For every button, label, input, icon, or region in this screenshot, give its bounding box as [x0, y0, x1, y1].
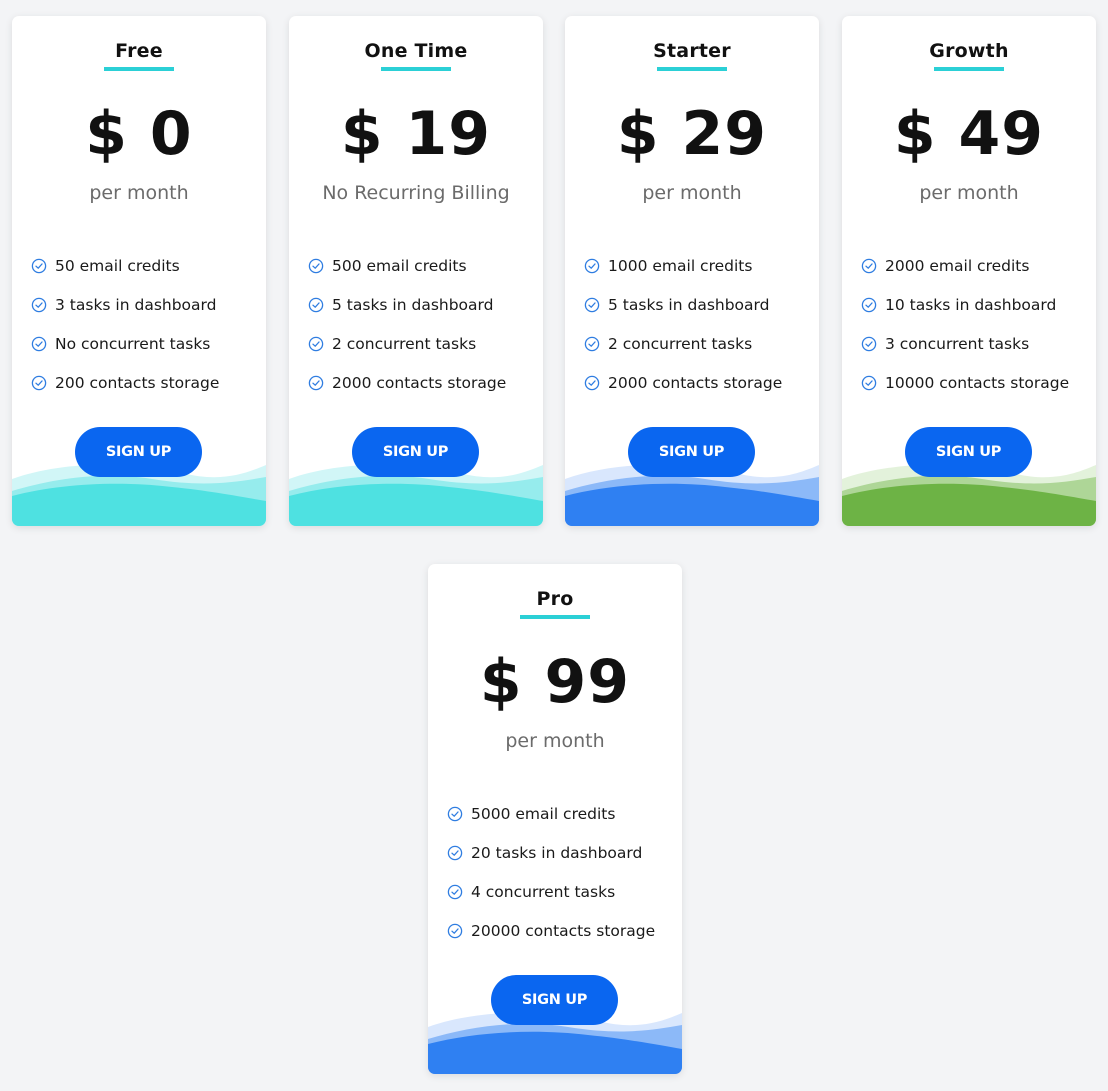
feature-label: 50 email credits	[55, 256, 180, 275]
feature-label: 10000 contacts storage	[885, 373, 1070, 392]
feature-item: 2 concurrent tasks	[308, 324, 506, 363]
feature-label: 2000 contacts storage	[608, 373, 783, 392]
feature-label: 10 tasks in dashboard	[885, 295, 1057, 314]
check-circle-icon	[584, 336, 600, 351]
title-underline	[520, 615, 590, 619]
check-circle-icon	[584, 297, 600, 312]
feature-item: 1000 email credits	[584, 246, 782, 285]
feature-item: 5 tasks in dashboard	[584, 285, 782, 324]
plan-period: per month	[89, 182, 189, 204]
title-underline	[104, 67, 174, 71]
feature-label: 20 tasks in dashboard	[471, 843, 643, 862]
feature-item: 2000 contacts storage	[308, 363, 506, 402]
sign-up-button[interactable]: SIGN UP	[491, 975, 618, 1025]
feature-label: 2 concurrent tasks	[608, 334, 753, 353]
plan-price: $ 29	[616, 99, 768, 169]
plan-period: per month	[919, 182, 1019, 204]
check-circle-icon	[31, 375, 47, 390]
plan-period: No Recurring Billing	[322, 182, 510, 204]
plan-price: $ 49	[893, 99, 1045, 169]
feature-label: 4 concurrent tasks	[471, 882, 616, 901]
feature-label: 5000 email credits	[471, 804, 616, 823]
check-circle-icon	[308, 258, 324, 273]
feature-list: 2000 email credits 10 tasks in dashboard 3…	[861, 246, 1069, 402]
plan-name: Free	[115, 40, 163, 62]
sign-up-button[interactable]: SIGN UP	[905, 427, 1032, 477]
check-circle-icon	[584, 258, 600, 273]
feature-item: 10000 contacts storage	[861, 363, 1069, 402]
check-circle-icon	[31, 258, 47, 273]
pricing-card-growth: Growth $ 49 per month 2000 email credits…	[842, 16, 1096, 526]
feature-label: 500 email credits	[332, 256, 467, 275]
check-circle-icon	[861, 336, 877, 351]
feature-list: 50 email credits 3 tasks in dashboard No c…	[31, 246, 219, 402]
feature-label: 5 tasks in dashboard	[332, 295, 494, 314]
check-circle-icon	[308, 297, 324, 312]
title-underline	[934, 67, 1004, 71]
feature-label: 2000 email credits	[885, 256, 1030, 275]
feature-item: 200 contacts storage	[31, 363, 219, 402]
feature-label: 3 tasks in dashboard	[55, 295, 217, 314]
title-underline	[381, 67, 451, 71]
feature-item: 2000 email credits	[861, 246, 1069, 285]
feature-item: 5000 email credits	[447, 794, 655, 833]
pricing-card-free: Free $ 0 per month 50 email credits 3 tas…	[12, 16, 266, 526]
feature-item: 3 tasks in dashboard	[31, 285, 219, 324]
sign-up-button[interactable]: SIGN UP	[75, 427, 202, 477]
plan-period: per month	[505, 730, 605, 752]
plan-name: Starter	[653, 40, 731, 62]
feature-label: 2 concurrent tasks	[332, 334, 477, 353]
feature-item: 2 concurrent tasks	[584, 324, 782, 363]
feature-list: 1000 email credits 5 tasks in dashboard 2 …	[584, 246, 782, 402]
pricing-card-one-time: One Time $ 19 No Recurring Billing 500 e…	[289, 16, 543, 526]
plan-name: Pro	[536, 588, 574, 610]
check-circle-icon	[308, 375, 324, 390]
feature-label: 2000 contacts storage	[332, 373, 507, 392]
check-circle-icon	[447, 845, 463, 860]
plan-name: One Time	[364, 40, 468, 62]
feature-item: 500 email credits	[308, 246, 506, 285]
feature-label: No concurrent tasks	[55, 334, 211, 353]
feature-label: 200 contacts storage	[55, 373, 220, 392]
feature-item: 2000 contacts storage	[584, 363, 782, 402]
sign-up-button[interactable]: SIGN UP	[352, 427, 479, 477]
feature-list: 5000 email credits 20 tasks in dashboard 4…	[447, 794, 655, 950]
plan-name: Growth	[929, 40, 1009, 62]
check-circle-icon	[31, 297, 47, 312]
title-underline	[657, 67, 727, 71]
check-circle-icon	[584, 375, 600, 390]
plan-price: $ 99	[479, 647, 631, 717]
feature-item: 5 tasks in dashboard	[308, 285, 506, 324]
feature-item: 20 tasks in dashboard	[447, 833, 655, 872]
check-circle-icon	[31, 336, 47, 351]
plan-price: $ 0	[85, 99, 193, 169]
feature-label: 20000 contacts storage	[471, 921, 656, 940]
check-circle-icon	[447, 923, 463, 938]
check-circle-icon	[308, 336, 324, 351]
feature-item: 50 email credits	[31, 246, 219, 285]
plan-period: per month	[642, 182, 742, 204]
feature-item: 20000 contacts storage	[447, 911, 655, 950]
pricing-card-pro: Pro $ 99 per month 5000 email credits 20 …	[428, 564, 682, 1074]
feature-item: No concurrent tasks	[31, 324, 219, 363]
check-circle-icon	[861, 375, 877, 390]
feature-label: 5 tasks in dashboard	[608, 295, 770, 314]
feature-list: 500 email credits 5 tasks in dashboard 2 c…	[308, 246, 506, 402]
feature-label: 3 concurrent tasks	[885, 334, 1030, 353]
feature-item: 4 concurrent tasks	[447, 872, 655, 911]
check-circle-icon	[861, 297, 877, 312]
plan-price: $ 19	[340, 99, 492, 169]
pricing-card-starter: Starter $ 29 per month 1000 email credit…	[565, 16, 819, 526]
feature-label: 1000 email credits	[608, 256, 753, 275]
check-circle-icon	[861, 258, 877, 273]
feature-item: 10 tasks in dashboard	[861, 285, 1069, 324]
check-circle-icon	[447, 884, 463, 899]
feature-item: 3 concurrent tasks	[861, 324, 1069, 363]
sign-up-button[interactable]: SIGN UP	[628, 427, 755, 477]
check-circle-icon	[447, 806, 463, 821]
